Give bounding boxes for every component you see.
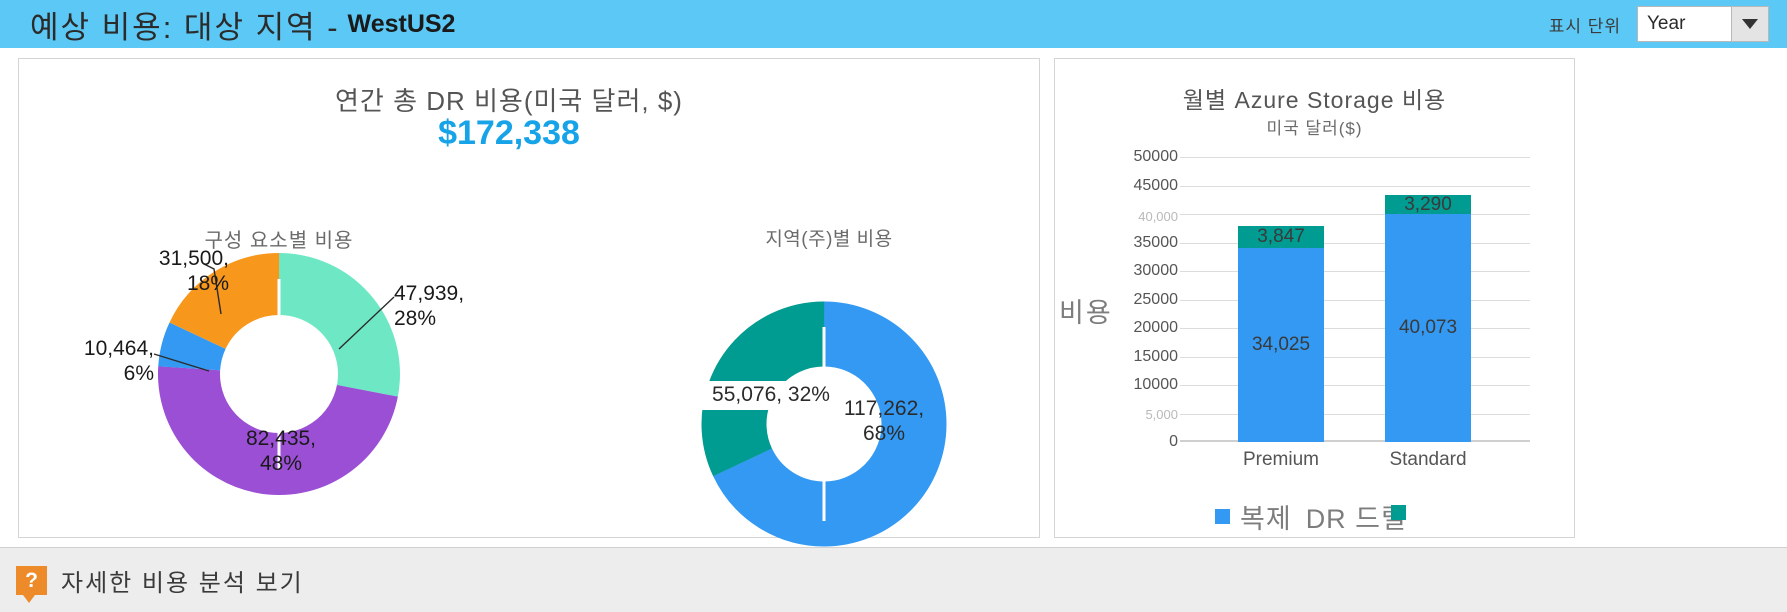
header-controls: 표시 단위 Year bbox=[1549, 6, 1769, 42]
legend-swatch-bar-drdrill bbox=[1391, 505, 1406, 520]
question-help-icon[interactable]: ? bbox=[16, 565, 47, 603]
detailed-cost-analysis-link[interactable]: 자세한 비용 분석 보기 bbox=[61, 563, 304, 598]
donut1-label-network: 10,464, 6% bbox=[83, 337, 154, 385]
ytick-10000: 10000 bbox=[1133, 376, 1179, 393]
display-unit-select[interactable]: Year bbox=[1637, 6, 1769, 42]
ytick-ghost-5000: 5,000 bbox=[1145, 407, 1178, 422]
region-cost-chart-title: 지역(주)별 비용 bbox=[765, 229, 893, 250]
page-title: 예상 비용: 대상 지역 - bbox=[30, 9, 340, 45]
bar-xlabel-standard: Standard bbox=[1389, 449, 1467, 470]
donut2-label-drdrill: 55,076, 32% bbox=[701, 381, 841, 410]
legend-swatch-bar-replication bbox=[1215, 509, 1230, 524]
chevron-down-icon[interactable] bbox=[1731, 7, 1768, 41]
ytick-15000: 15000 bbox=[1133, 347, 1179, 365]
bar-xlabel-premium: Premium bbox=[1242, 449, 1319, 470]
bar-chart-title: 월별 Azure Storage 비용 bbox=[1182, 87, 1447, 113]
ytick-ghost-40000: 40,000 bbox=[1138, 209, 1178, 224]
app-header: 예상 비용: 대상 지역 - WestUS2 표시 단위 Year bbox=[0, 0, 1787, 48]
ytick-30000: 30000 bbox=[1133, 262, 1179, 279]
ytick-25000: 25000 bbox=[1133, 290, 1179, 308]
bar-segment-standard-drdrill[interactable]: 3,290 bbox=[1385, 194, 1471, 215]
cost-overview-panel: 연간 총 DR 비용(미국 달러, $) $172,338 구성 요소별 비용 … bbox=[18, 58, 1040, 585]
ytick-0: 0 bbox=[1169, 433, 1178, 450]
bar-chart-legend: 복제 DR 드릴 bbox=[1215, 497, 1407, 536]
ytick-45000: 45000 bbox=[1133, 176, 1179, 194]
display-unit-label: 표시 단위 bbox=[1548, 16, 1621, 36]
ytick-50000: 50000 bbox=[1133, 148, 1179, 165]
donut2-label-replication: 117,262, 68% bbox=[843, 397, 925, 445]
bar-chart-subtitle: 미국 달러($) bbox=[1266, 119, 1363, 138]
bar-segment-premium-drdrill[interactable]: 3,847 bbox=[1238, 226, 1324, 248]
footer-bar: ? 자세한 비용 분석 보기 bbox=[0, 547, 1787, 612]
bar-chart-y-axis-title: 비용 bbox=[1059, 298, 1113, 328]
display-unit-value: Year bbox=[1647, 13, 1686, 34]
region-name: WestUS2 bbox=[347, 9, 456, 38]
bar-segment-standard-replication[interactable]: 40,073 bbox=[1385, 214, 1471, 442]
donut1-label-compute: 47,939, 28% bbox=[394, 282, 465, 330]
donut1-label-asr: 31,500, 18% bbox=[158, 247, 229, 295]
ytick-20000: 20000 bbox=[1133, 319, 1179, 336]
bar-segment-premium-replication[interactable]: 34,025 bbox=[1238, 248, 1324, 442]
ytick-35000: 35000 bbox=[1133, 233, 1179, 251]
bar-column-standard[interactable]: 40,073 3,290 bbox=[1385, 194, 1471, 442]
bar-column-premium[interactable]: 34,025 3,847 bbox=[1238, 226, 1324, 442]
donut1-label-storage: 82,435, 48% bbox=[245, 427, 317, 475]
monthly-storage-cost-panel: 월별 Azure Storage 비용 미국 달러($) 비용 50000 45… bbox=[1054, 58, 1575, 538]
bar-chart-x-axis bbox=[1180, 440, 1530, 442]
legend-item-bar-replication[interactable]: 복제 bbox=[1215, 497, 1292, 536]
bar-chart-plot: 50000 45000 35000 30000 25000 20000 1500… bbox=[1134, 148, 1530, 470]
